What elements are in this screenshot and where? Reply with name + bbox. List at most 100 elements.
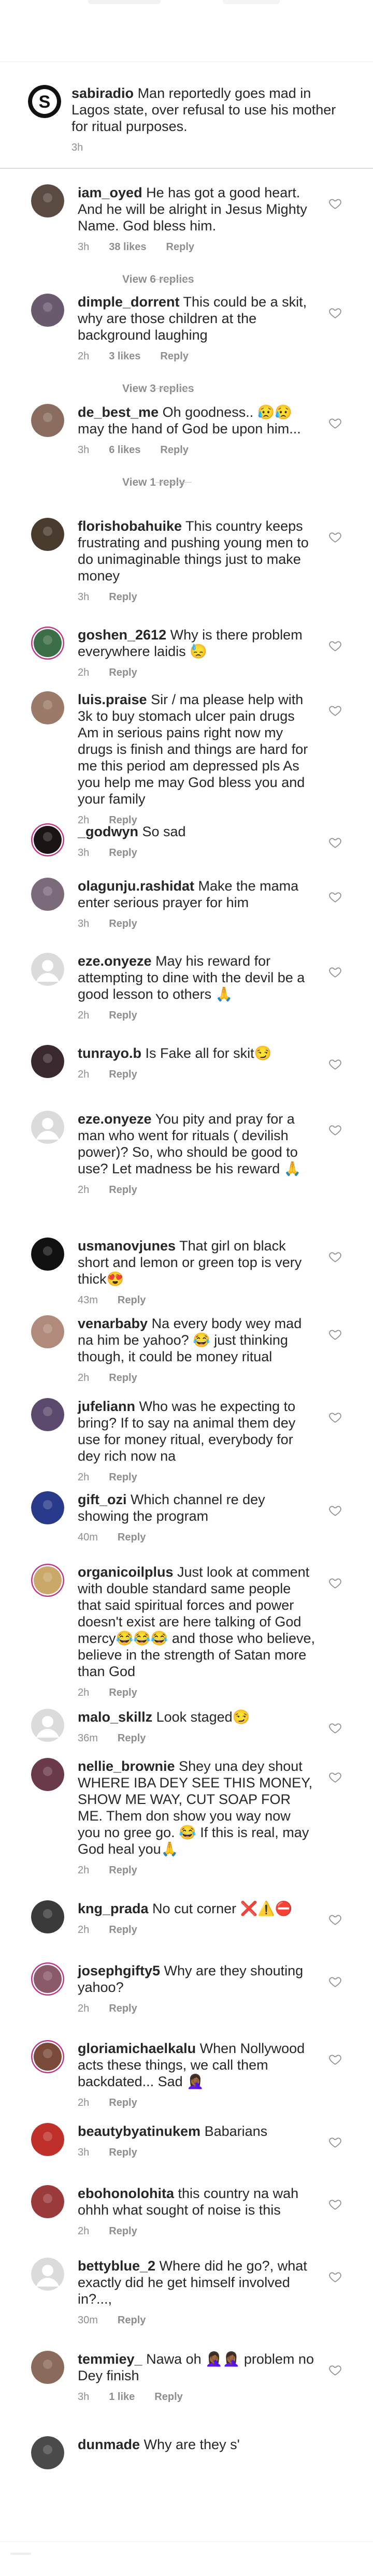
like-heart-icon[interactable] xyxy=(328,890,342,904)
reply-button[interactable]: Reply xyxy=(166,241,194,253)
like-heart-icon[interactable] xyxy=(328,1975,342,1988)
comment-username[interactable]: olagunju.rashidat xyxy=(78,878,194,894)
like-heart-icon[interactable] xyxy=(328,1504,342,1517)
view-replies-link[interactable]: View 1 reply xyxy=(78,472,316,493)
comment-username[interactable]: ebohonolohita xyxy=(78,2186,174,2201)
comment-avatar[interactable] xyxy=(31,518,64,551)
comment-username[interactable]: beautybyatinukem xyxy=(78,2123,200,2139)
reply-button[interactable]: Reply xyxy=(109,667,137,678)
comment-username[interactable]: gloriamichaelkalu xyxy=(78,2041,196,2056)
like-heart-icon[interactable] xyxy=(328,1057,342,1071)
comment-username[interactable]: florishobahuike xyxy=(78,518,182,534)
comment-likes[interactable]: 3 likes xyxy=(109,351,140,362)
comment-username[interactable]: usmanovjunes xyxy=(78,1238,176,1254)
like-heart-icon[interactable] xyxy=(328,965,342,979)
comment-username[interactable]: temmiey_ xyxy=(78,2351,142,2367)
comment-likes[interactable]: 1 like xyxy=(109,2391,135,2403)
comment-avatar[interactable] xyxy=(31,627,64,660)
like-heart-icon[interactable] xyxy=(328,2270,342,2283)
like-heart-icon[interactable] xyxy=(328,306,342,319)
reply-button[interactable]: Reply xyxy=(160,444,188,456)
comment-avatar[interactable] xyxy=(31,1962,64,1996)
comment-username[interactable]: eze.onyeze xyxy=(78,1111,152,1127)
comment-avatar[interactable] xyxy=(31,1564,64,1597)
reply-button[interactable]: Reply xyxy=(118,1294,146,1306)
comment-username[interactable]: dimple_dorrent xyxy=(78,294,180,310)
like-heart-icon[interactable] xyxy=(328,2363,342,2377)
comment-avatar[interactable] xyxy=(31,404,64,437)
comment-avatar[interactable] xyxy=(31,294,64,327)
reply-button[interactable]: Reply xyxy=(160,351,188,362)
comment-avatar[interactable] xyxy=(31,1398,64,1431)
comment-avatar[interactable] xyxy=(31,823,64,856)
comment-avatar[interactable] xyxy=(31,1900,64,1933)
comment-username[interactable]: tunrayo.b xyxy=(78,1045,141,1061)
reply-button[interactable]: Reply xyxy=(109,591,137,603)
comment-username[interactable]: de_best_me xyxy=(78,404,159,420)
comment-username[interactable]: josephgifty5 xyxy=(78,1963,160,1978)
comment-username[interactable]: jufeliann xyxy=(78,1399,135,1414)
view-replies-link[interactable]: View 6 replies xyxy=(78,269,316,290)
reply-button[interactable]: Reply xyxy=(109,1372,137,1384)
caption-avatar[interactable]: S xyxy=(28,85,61,118)
comment-username[interactable]: bettyblue_2 xyxy=(78,2258,155,2274)
comment-username[interactable]: gift_ozi xyxy=(78,1492,127,1507)
comment-avatar[interactable] xyxy=(31,2436,64,2469)
caption-username[interactable]: sabiradio xyxy=(71,85,134,101)
reply-button[interactable]: Reply xyxy=(109,1472,137,1483)
comment-avatar[interactable] xyxy=(31,1111,64,1144)
like-heart-icon[interactable] xyxy=(328,2053,342,2066)
like-heart-icon[interactable] xyxy=(328,530,342,544)
reply-button[interactable]: Reply xyxy=(109,847,137,858)
comment-likes[interactable]: 6 likes xyxy=(109,444,140,456)
like-heart-icon[interactable] xyxy=(328,416,342,430)
like-heart-icon[interactable] xyxy=(328,1328,342,1341)
like-heart-icon[interactable] xyxy=(328,1123,342,1137)
comment-avatar[interactable] xyxy=(31,2123,64,2156)
like-heart-icon[interactable] xyxy=(328,1250,342,1263)
comment-likes[interactable]: 38 likes xyxy=(109,241,146,253)
like-heart-icon[interactable] xyxy=(328,197,342,210)
like-heart-icon[interactable] xyxy=(328,1913,342,1926)
comment-avatar[interactable] xyxy=(31,1315,64,1348)
like-heart-icon[interactable] xyxy=(328,2197,342,2211)
like-heart-icon[interactable] xyxy=(328,639,342,652)
comment-username[interactable]: dunmade xyxy=(78,2437,140,2452)
like-heart-icon[interactable] xyxy=(328,1576,342,1590)
reply-button[interactable]: Reply xyxy=(109,1865,137,1876)
comment-username[interactable]: malo_skillz xyxy=(78,1709,152,1725)
comment-avatar[interactable] xyxy=(31,1045,64,1078)
comment-avatar[interactable] xyxy=(31,2185,64,2218)
comment-avatar[interactable] xyxy=(31,953,64,986)
comment-avatar[interactable] xyxy=(31,1758,64,1791)
comment-avatar[interactable] xyxy=(31,2351,64,2384)
like-heart-icon[interactable] xyxy=(328,704,342,717)
comment-avatar[interactable] xyxy=(31,878,64,911)
reply-button[interactable]: Reply xyxy=(109,2097,137,2108)
comment-avatar[interactable] xyxy=(31,2040,64,2073)
comment-username[interactable]: nellie_brownie xyxy=(78,1758,175,1774)
reply-button[interactable]: Reply xyxy=(118,1532,146,1543)
reply-button[interactable]: Reply xyxy=(109,2003,137,2014)
like-heart-icon[interactable] xyxy=(328,1770,342,1784)
reply-button[interactable]: Reply xyxy=(109,918,137,929)
comment-avatar[interactable] xyxy=(31,1491,64,1524)
reply-button[interactable]: Reply xyxy=(118,2315,146,2326)
comment-avatar[interactable] xyxy=(31,2258,64,2291)
reply-button[interactable]: Reply xyxy=(109,1687,137,1698)
comment-avatar[interactable] xyxy=(31,1238,64,1271)
comment-username[interactable]: iam_oyed xyxy=(78,185,142,200)
like-heart-icon[interactable] xyxy=(328,1721,342,1735)
reply-button[interactable]: Reply xyxy=(109,1924,137,1935)
reply-button[interactable]: Reply xyxy=(118,1733,146,1744)
reply-button[interactable]: Reply xyxy=(109,1069,137,1080)
comment-avatar[interactable] xyxy=(31,1709,64,1742)
comment-username[interactable]: kng_prada xyxy=(78,1901,149,1916)
like-heart-icon[interactable] xyxy=(328,836,342,849)
comment-username[interactable]: goshen_2612 xyxy=(78,627,166,643)
comment-username[interactable]: venarbaby xyxy=(78,1316,148,1331)
comment-username[interactable]: luis.praise xyxy=(78,692,147,707)
reply-button[interactable]: Reply xyxy=(109,2147,137,2158)
comment-username[interactable]: organicoilplus xyxy=(78,1564,174,1580)
reply-button[interactable]: Reply xyxy=(109,1184,137,1196)
